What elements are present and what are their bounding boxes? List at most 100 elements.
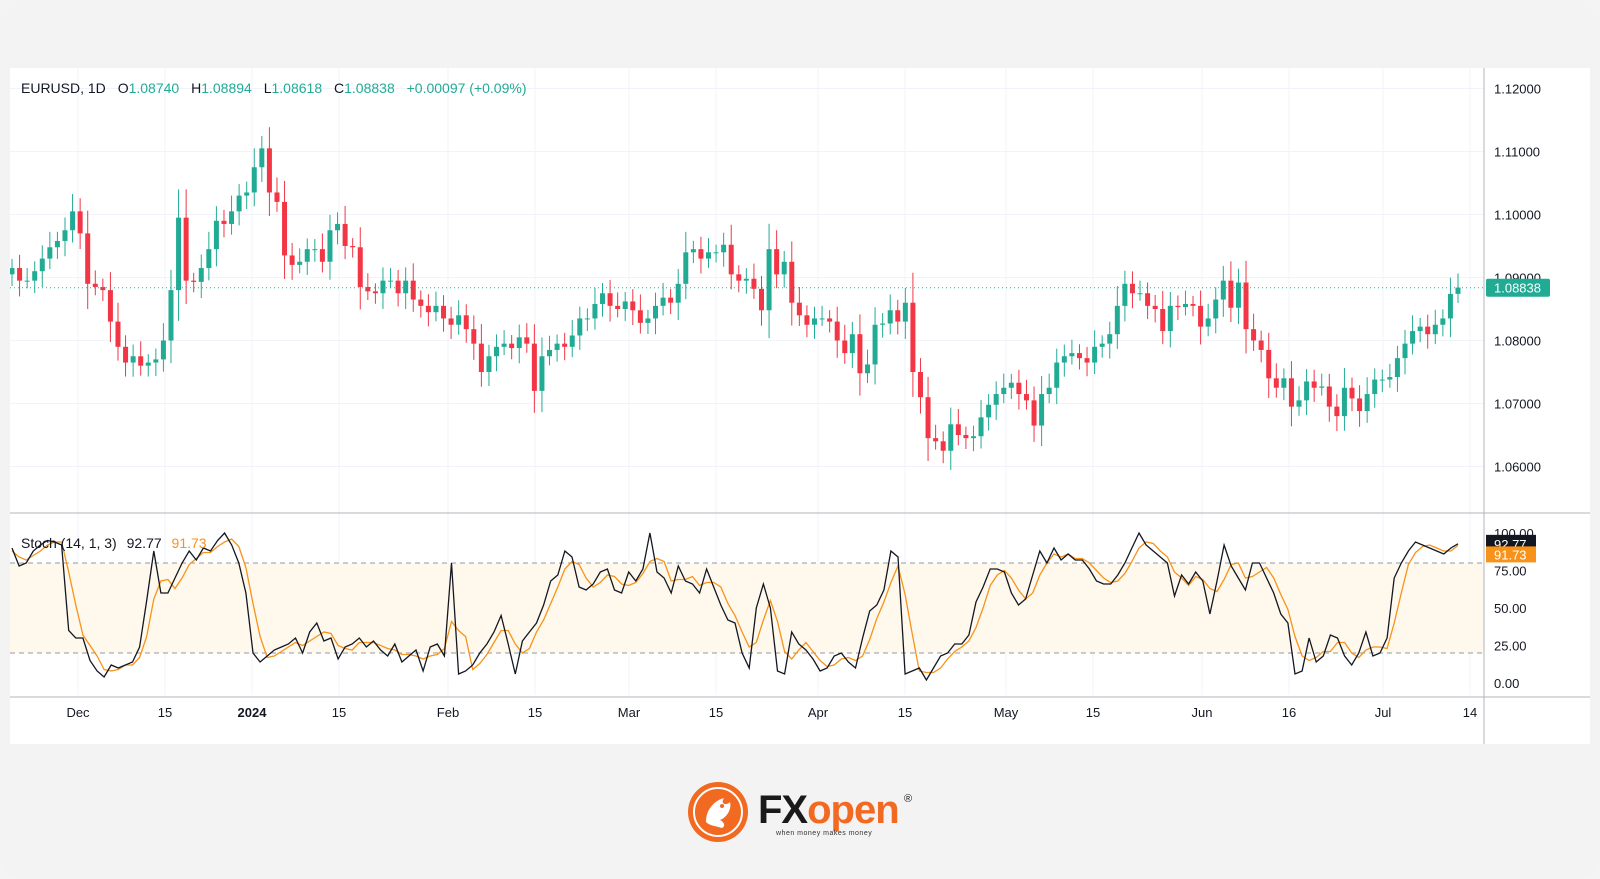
candle-body: [811, 318, 817, 325]
candle-body: [698, 249, 704, 259]
candle-body: [622, 301, 628, 309]
candle-body: [494, 346, 500, 357]
candle-body: [993, 394, 999, 405]
candle-body: [395, 280, 401, 294]
candle-body: [637, 310, 643, 323]
candle-body: [403, 280, 409, 294]
candle-body: [925, 397, 931, 439]
candle-body: [388, 280, 394, 282]
candle-body: [478, 343, 484, 372]
candle-body: [910, 302, 916, 372]
high-label: H: [191, 80, 202, 96]
price-tick-label: 1.06000: [1494, 460, 1541, 475]
candle-body: [683, 252, 689, 284]
price-tick-label: 1.11000: [1494, 145, 1540, 160]
candle-body: [1251, 329, 1257, 341]
candle-body: [206, 249, 212, 269]
candle-body: [1152, 305, 1158, 309]
candle-body: [463, 315, 469, 330]
candle-body: [1084, 358, 1090, 363]
candle-body: [259, 148, 265, 168]
candle-body: [236, 195, 242, 212]
candle-body: [70, 211, 76, 231]
stoch-label[interactable]: Stoch (14, 1, 3): [21, 535, 117, 551]
price-info-bar: EURUSD, 1D O1.08740 H1.08894 L1.08618 C1…: [21, 80, 527, 96]
candle-body: [1122, 283, 1128, 306]
candle-body: [62, 230, 68, 241]
candle-body: [1046, 387, 1052, 395]
candle-body: [410, 280, 416, 300]
open-label: O: [117, 80, 129, 96]
candle-body: [917, 372, 923, 398]
stoch-band: [10, 563, 1484, 653]
candle-body: [1425, 326, 1431, 335]
candle-body: [1016, 382, 1022, 395]
candle-body: [297, 261, 303, 265]
candle-body: [1387, 377, 1393, 380]
candle-body: [1099, 343, 1105, 347]
candle-body: [304, 249, 310, 262]
stoch-tick-label: 50.00: [1494, 601, 1527, 616]
candle-body: [1341, 387, 1347, 417]
candle-body: [880, 323, 886, 325]
time-tick-label: 15: [332, 705, 346, 720]
time-tick-label: 15: [898, 705, 912, 720]
candle-body: [1107, 334, 1113, 344]
candle-body: [615, 305, 621, 309]
candle-body: [1334, 406, 1340, 417]
symbol-label[interactable]: EURUSD, 1D: [21, 80, 106, 96]
candle-body: [221, 220, 227, 224]
open-value: 1.08740: [128, 80, 180, 96]
candle-body: [728, 244, 734, 275]
time-tick-label: 14: [1463, 705, 1477, 720]
brand-tagline: when money makes money: [776, 830, 873, 837]
stoch-k-value: 92.77: [126, 535, 162, 551]
candle-body: [1175, 305, 1181, 308]
candle-body: [645, 318, 651, 323]
candle-body: [77, 211, 83, 234]
stoch-d-value: 91.73: [171, 535, 207, 551]
candle-body: [1061, 356, 1067, 363]
candle-body: [1372, 379, 1378, 395]
candle-body: [827, 318, 833, 322]
candle-body: [1160, 309, 1166, 332]
time-tick-label: Apr: [808, 705, 829, 720]
candle-body: [531, 343, 537, 391]
candle-body: [471, 329, 477, 344]
candle-body: [501, 343, 507, 347]
time-tick-label: 2024: [238, 705, 268, 720]
close-label: C: [334, 80, 345, 96]
time-tick-label: Mar: [618, 705, 641, 720]
candle-body: [1137, 293, 1143, 295]
candle-body: [448, 318, 454, 325]
candle-body: [1243, 282, 1249, 330]
stoch-tick-label: 25.00: [1494, 639, 1527, 654]
candle-body: [1220, 280, 1226, 300]
candle-body: [706, 252, 712, 259]
candle-body: [577, 318, 583, 336]
candle-body: [1273, 378, 1279, 388]
candle-body: [327, 230, 333, 262]
candle-body: [660, 297, 666, 306]
candle-body: [251, 167, 257, 193]
candle-body: [1039, 394, 1045, 426]
time-tick-label: May: [994, 705, 1019, 720]
candle-body: [92, 283, 98, 287]
candle-body: [940, 441, 946, 451]
price-tick-label: 1.12000: [1494, 82, 1541, 97]
candle-body: [675, 283, 681, 303]
chart-panel[interactable]: 1.12000 1.11000 1.10000 1.09000 1.08000 1.070…: [10, 68, 1590, 744]
candle-body: [39, 258, 45, 272]
price-tick-label: 1.07000: [1494, 397, 1541, 412]
candle-body: [1076, 353, 1082, 359]
chart-canvas[interactable]: 1.120001.110001.100001.090001.080001.070…: [10, 68, 1590, 744]
candle-body: [804, 315, 810, 325]
candle-body: [1440, 318, 1446, 325]
close-value: 1.08838: [344, 80, 395, 96]
candle-body: [600, 293, 606, 304]
candle-body: [1114, 305, 1120, 335]
candle-body: [319, 249, 325, 262]
candle-body: [736, 274, 742, 281]
candle-body: [895, 310, 901, 322]
candle-body: [1266, 349, 1272, 379]
